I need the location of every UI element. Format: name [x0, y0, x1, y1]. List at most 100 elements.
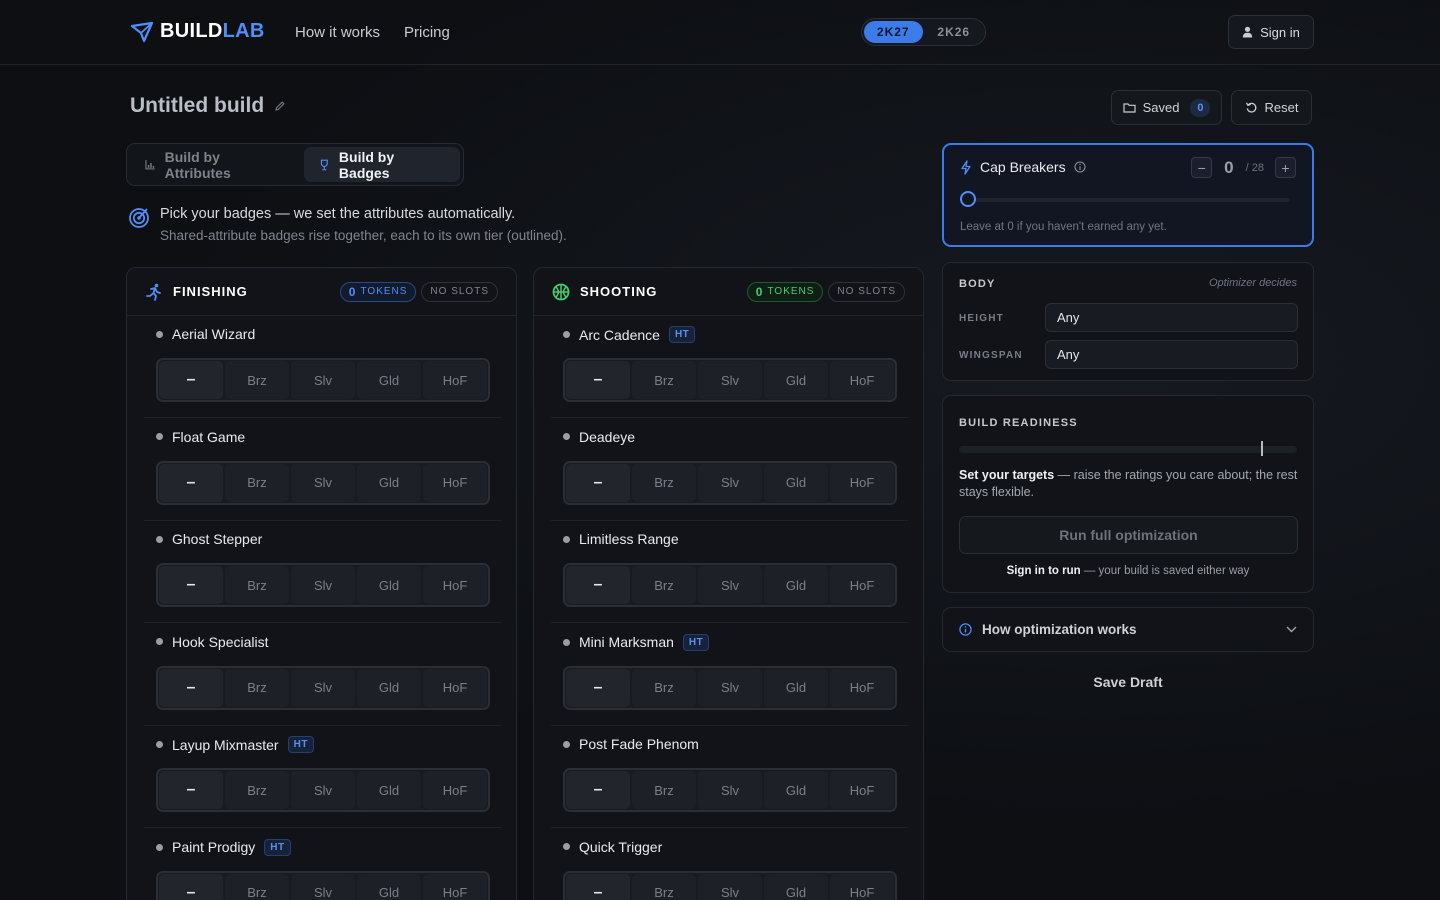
- how-optimization-accordion[interactable]: How optimization works: [942, 607, 1314, 652]
- tier-option-hof[interactable]: HoF: [830, 463, 894, 502]
- tier-option-bronze[interactable]: Brz: [225, 873, 289, 900]
- build-title-row: Untitled build: [130, 94, 286, 118]
- tier-option-none[interactable]: –: [159, 361, 223, 399]
- tier-option-gold[interactable]: Gld: [764, 771, 828, 809]
- lightning-icon: [961, 159, 971, 175]
- tier-option-bronze[interactable]: Brz: [632, 771, 696, 809]
- version-option-2k26[interactable]: 2K26: [925, 21, 984, 43]
- tier-option-bronze[interactable]: Brz: [632, 566, 696, 604]
- tier-selector: – Brz Slv Gld HoF: [563, 460, 897, 505]
- tier-option-none[interactable]: –: [159, 668, 223, 707]
- tier-selector: – Brz Slv Gld HoF: [156, 768, 490, 812]
- tier-option-hof[interactable]: HoF: [423, 668, 487, 707]
- tier-option-silver[interactable]: Slv: [698, 361, 762, 399]
- tab-build-by-attributes[interactable]: Build by Attributes: [130, 147, 300, 182]
- tokens-pill: 0 TOKENS: [339, 281, 417, 302]
- tier-option-bronze[interactable]: Brz: [225, 566, 289, 604]
- tier-option-gold[interactable]: Gld: [357, 361, 421, 399]
- body-panel: BODY Optimizer decides HEIGHT Any WINGSP…: [942, 262, 1314, 381]
- tier-selector: – Brz Slv Gld HoF: [563, 870, 897, 900]
- height-select[interactable]: Any: [1045, 303, 1298, 332]
- tier-option-gold[interactable]: Gld: [357, 771, 421, 809]
- tier-option-none[interactable]: –: [159, 873, 223, 900]
- badge-row: Mini Marksman HT – Brz Slv Gld HoF: [551, 624, 908, 726]
- tier-option-bronze[interactable]: Brz: [225, 463, 289, 502]
- tier-option-none[interactable]: –: [566, 361, 630, 399]
- tier-option-bronze[interactable]: Brz: [632, 873, 696, 900]
- tier-option-bronze[interactable]: Brz: [632, 668, 696, 707]
- tier-option-bronze[interactable]: Brz: [225, 668, 289, 707]
- tier-option-none[interactable]: –: [566, 566, 630, 604]
- tier-option-hof[interactable]: HoF: [423, 361, 487, 399]
- tier-option-silver[interactable]: Slv: [698, 566, 762, 604]
- cap-breakers-slider[interactable]: [960, 191, 1290, 207]
- tier-option-silver[interactable]: Slv: [698, 668, 762, 707]
- tier-option-silver[interactable]: Slv: [291, 668, 355, 707]
- sign-in-to-run-link[interactable]: Sign in to run: [1007, 565, 1081, 577]
- tier-option-hof[interactable]: HoF: [423, 566, 487, 604]
- slider-handle[interactable]: [960, 191, 976, 207]
- build-title[interactable]: Untitled build: [130, 94, 264, 118]
- nav-pricing-link[interactable]: Pricing: [404, 24, 450, 41]
- badge-dot: [156, 741, 163, 748]
- version-option-2k27[interactable]: 2K27: [864, 21, 923, 43]
- run-optimization-button[interactable]: Run full optimization: [959, 516, 1298, 554]
- basketball-icon: [552, 283, 570, 300]
- edit-pencil-icon[interactable]: [274, 100, 286, 112]
- badge-dot: [563, 433, 570, 440]
- tier-option-gold[interactable]: Gld: [764, 566, 828, 604]
- tier-option-silver[interactable]: Slv: [698, 463, 762, 502]
- tier-option-none[interactable]: –: [159, 771, 223, 809]
- tier-option-bronze[interactable]: Brz: [632, 361, 696, 399]
- hall-of-fame-tag: HT: [264, 838, 291, 856]
- badge-row: Arc Cadence HT – Brz Slv Gld HoF: [551, 316, 908, 418]
- tier-option-silver[interactable]: Slv: [291, 463, 355, 502]
- tier-option-gold[interactable]: Gld: [357, 873, 421, 900]
- wingspan-select[interactable]: Any: [1045, 340, 1298, 369]
- saved-builds-button[interactable]: Saved 0: [1111, 90, 1222, 125]
- tier-option-gold[interactable]: Gld: [764, 668, 828, 707]
- tier-option-gold[interactable]: Gld: [357, 668, 421, 707]
- tier-option-gold[interactable]: Gld: [764, 873, 828, 900]
- tier-option-bronze[interactable]: Brz: [225, 361, 289, 399]
- tab-build-by-badges[interactable]: Build by Badges: [304, 147, 460, 182]
- tier-option-none[interactable]: –: [159, 463, 223, 502]
- increment-button[interactable]: +: [1275, 157, 1296, 178]
- tier-option-gold[interactable]: Gld: [357, 566, 421, 604]
- decrement-button[interactable]: −: [1191, 157, 1213, 178]
- tier-option-hof[interactable]: HoF: [830, 873, 894, 900]
- tier-option-gold[interactable]: Gld: [357, 463, 421, 502]
- tier-option-hof[interactable]: HoF: [830, 566, 894, 604]
- tier-option-gold[interactable]: Gld: [764, 463, 828, 502]
- tier-option-hof[interactable]: HoF: [423, 873, 487, 900]
- tier-option-silver[interactable]: Slv: [291, 873, 355, 900]
- optimizer-note: Optimizer decides: [1208, 277, 1297, 289]
- tier-option-none[interactable]: –: [566, 771, 630, 809]
- logo[interactable]: BUILDLAB: [130, 20, 265, 43]
- tier-option-bronze[interactable]: Brz: [225, 771, 289, 809]
- tab-attributes-label: Build by Attributes: [164, 148, 231, 181]
- tier-option-silver[interactable]: Slv: [291, 361, 355, 399]
- tier-option-hof[interactable]: HoF: [830, 771, 894, 809]
- info-icon[interactable]: [1074, 161, 1086, 173]
- tier-option-hof[interactable]: HoF: [830, 361, 894, 399]
- info-icon: [959, 623, 972, 636]
- tier-option-silver[interactable]: Slv: [291, 771, 355, 809]
- save-draft-button[interactable]: Save Draft: [942, 674, 1314, 690]
- tier-option-silver[interactable]: Slv: [698, 873, 762, 900]
- tier-option-hof[interactable]: HoF: [830, 668, 894, 707]
- tier-option-none[interactable]: –: [566, 668, 630, 707]
- tier-option-hof[interactable]: HoF: [423, 463, 487, 502]
- badge-name: Hook Specialist: [172, 633, 269, 650]
- tier-option-gold[interactable]: Gld: [764, 361, 828, 399]
- tier-option-none[interactable]: –: [159, 566, 223, 604]
- tier-option-silver[interactable]: Slv: [698, 771, 762, 809]
- nav-how-it-works-link[interactable]: How it works: [295, 24, 380, 41]
- tier-option-none[interactable]: –: [566, 463, 630, 502]
- reset-button[interactable]: Reset: [1231, 90, 1312, 125]
- tier-option-bronze[interactable]: Brz: [632, 463, 696, 502]
- tier-option-silver[interactable]: Slv: [291, 566, 355, 604]
- sign-in-button[interactable]: Sign in: [1228, 15, 1314, 49]
- tier-option-hof[interactable]: HoF: [423, 771, 487, 809]
- tier-option-none[interactable]: –: [566, 873, 630, 900]
